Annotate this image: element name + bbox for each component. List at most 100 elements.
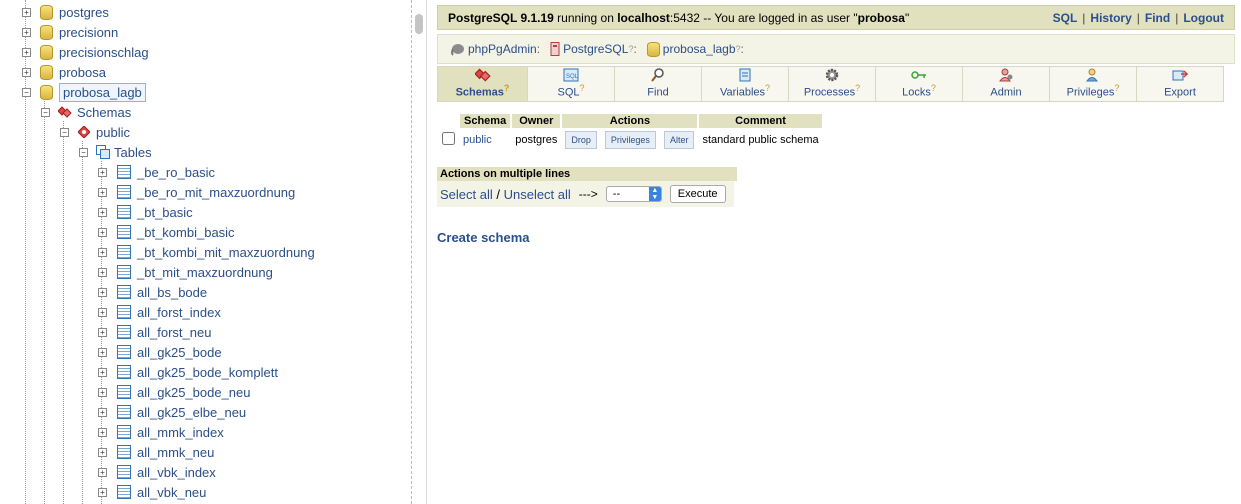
tree-item-table[interactable]: + all_forst_neu [98,322,211,342]
scrollbar-thumb[interactable] [415,14,423,34]
tree-label[interactable]: _bt_kombi_mit_maxzuordnung [137,245,315,260]
tree-label[interactable]: all_gk25_bode_neu [137,385,251,400]
execute-button[interactable]: Execute [669,185,726,203]
tree-label[interactable]: _bt_kombi_basic [137,225,235,240]
tree-label[interactable]: probosa_lagb [59,82,146,102]
breadcrumb-label[interactable]: phpPgAdmin [468,42,537,56]
tree-item-table[interactable]: + all_gk25_bode_komplett [98,362,278,382]
breadcrumb-label[interactable]: probosa_lagb [663,42,736,56]
breadcrumb-label[interactable]: PostgreSQL [563,42,628,56]
collapse-toggle-icon[interactable]: − [22,88,31,97]
help-mark[interactable]: ? [580,83,585,93]
tree-label[interactable]: all_gk25_elbe_neu [137,405,246,420]
breadcrumb-database[interactable]: probosa_lagb?: [646,41,744,57]
tab-find[interactable]: Find [615,66,702,102]
expand-toggle-icon[interactable]: + [98,168,107,177]
tree-item-table[interactable]: + _be_ro_mit_maxzuordnung [98,182,295,202]
tree-item-table[interactable]: + _bt_kombi_basic [98,222,235,242]
expand-toggle-icon[interactable]: + [98,268,107,277]
tab-locks[interactable]: Locks? [876,66,963,102]
collapse-toggle-icon[interactable]: − [60,128,69,137]
expand-toggle-icon[interactable]: + [98,368,107,377]
tree-item-table[interactable]: + all_gk25_bode [98,342,222,362]
tree-item-table[interactable]: + all_mmk_neu [98,442,214,462]
expand-toggle-icon[interactable]: + [98,428,107,437]
tree-label[interactable]: all_vbk_index [137,465,216,480]
expand-toggle-icon[interactable]: + [98,328,107,337]
expand-toggle-icon[interactable]: + [98,348,107,357]
tree-item-table[interactable]: + _bt_basic [98,202,193,222]
expand-toggle-icon[interactable]: + [98,468,107,477]
tree-item-table[interactable]: + _bt_mit_maxzuordnung [98,262,273,282]
expand-toggle-icon[interactable]: + [22,8,31,17]
tree-item-schema[interactable]: − public [60,122,130,142]
expand-toggle-icon[interactable]: + [98,288,107,297]
expand-toggle-icon[interactable]: + [98,188,107,197]
expand-toggle-icon[interactable]: + [98,488,107,497]
select-all-link[interactable]: Select all [440,187,493,202]
tab-schemas[interactable]: Schemas? [437,66,528,102]
help-mark[interactable]: ? [931,83,936,93]
create-schema-link[interactable]: Create schema [437,230,530,245]
tree-label[interactable]: _bt_mit_maxzuordnung [137,265,273,280]
tree-item-schemas[interactable]: − Schemas [41,102,131,122]
tab-sql[interactable]: SQL SQL? [528,66,615,102]
tree-label[interactable]: all_forst_index [137,305,221,320]
expand-toggle-icon[interactable]: + [98,308,107,317]
breadcrumb-server[interactable]: PostgreSQL?: [550,42,637,56]
tree-item-table[interactable]: + all_mmk_index [98,422,224,442]
expand-toggle-icon[interactable]: + [22,28,31,37]
expand-toggle-icon[interactable]: + [98,248,107,257]
find-link[interactable]: Find [1145,11,1170,25]
tab-export[interactable]: Export [1137,66,1224,102]
row-checkbox[interactable] [442,132,455,145]
tree-item-table[interactable]: + all_gk25_bode_neu [98,382,251,402]
tab-variables[interactable]: Variables? [702,66,789,102]
help-mark[interactable]: ? [855,83,860,93]
expand-toggle-icon[interactable]: + [22,68,31,77]
tree-label[interactable]: all_gk25_bode_komplett [137,365,278,380]
tree-label[interactable]: all_bs_bode [137,285,207,300]
expand-toggle-icon[interactable]: + [98,208,107,217]
tree-item-tables[interactable]: − Tables [79,142,152,162]
drop-button[interactable]: Drop [565,131,597,149]
sql-link[interactable]: SQL [1053,11,1078,25]
tree-label[interactable]: precisionschlag [59,45,149,60]
tree-item-table[interactable]: + _bt_kombi_mit_maxzuordnung [98,242,315,262]
tree-item-db[interactable]: + precisionschlag [22,42,149,62]
tree-item-table[interactable]: + all_vbk_index [98,462,216,482]
unselect-all-link[interactable]: Unselect all [504,187,571,202]
tree-label[interactable]: public [96,125,130,140]
help-mark[interactable]: ? [1114,83,1119,93]
tab-processes[interactable]: Processes? [789,66,876,102]
schema-link[interactable]: public [463,134,492,146]
tree-label[interactable]: all_gk25_bode [137,345,222,360]
tree-label[interactable]: precisionn [59,25,118,40]
tree-label[interactable]: postgres [59,5,109,20]
breadcrumb-phppgadmin[interactable]: phpPgAdmin: [450,42,540,56]
collapse-toggle-icon[interactable]: − [41,108,50,117]
tree-label[interactable]: Schemas [77,105,131,120]
tree-label[interactable]: _be_ro_basic [137,165,215,180]
tree-item-db-selected[interactable]: − probosa_lagb [22,82,146,102]
expand-toggle-icon[interactable]: + [22,48,31,57]
tree-item-table[interactable]: + all_gk25_elbe_neu [98,402,246,422]
expand-toggle-icon[interactable]: + [98,448,107,457]
tree-item-db[interactable]: + probosa [22,62,106,82]
tree-item-db[interactable]: + postgres [22,2,109,22]
help-mark[interactable]: ? [504,83,510,93]
tree-label[interactable]: all_forst_neu [137,325,211,340]
tree-item-db[interactable]: + precisionn [22,22,118,42]
help-mark[interactable]: ? [765,83,770,93]
tab-admin[interactable]: Admin [963,66,1050,102]
history-link[interactable]: History [1090,11,1131,25]
tree-label[interactable]: all_mmk_neu [137,445,214,460]
tree-label[interactable]: all_vbk_neu [137,485,206,500]
action-select[interactable]: -- ▲ ▼ [605,186,662,202]
tree-label[interactable]: all_mmk_index [137,425,224,440]
tree-label[interactable]: _bt_basic [137,205,193,220]
tree-item-table[interactable]: + _be_ro_basic [98,162,215,182]
expand-toggle-icon[interactable]: + [98,408,107,417]
tree-label[interactable]: Tables [114,145,152,160]
expand-toggle-icon[interactable]: + [98,388,107,397]
